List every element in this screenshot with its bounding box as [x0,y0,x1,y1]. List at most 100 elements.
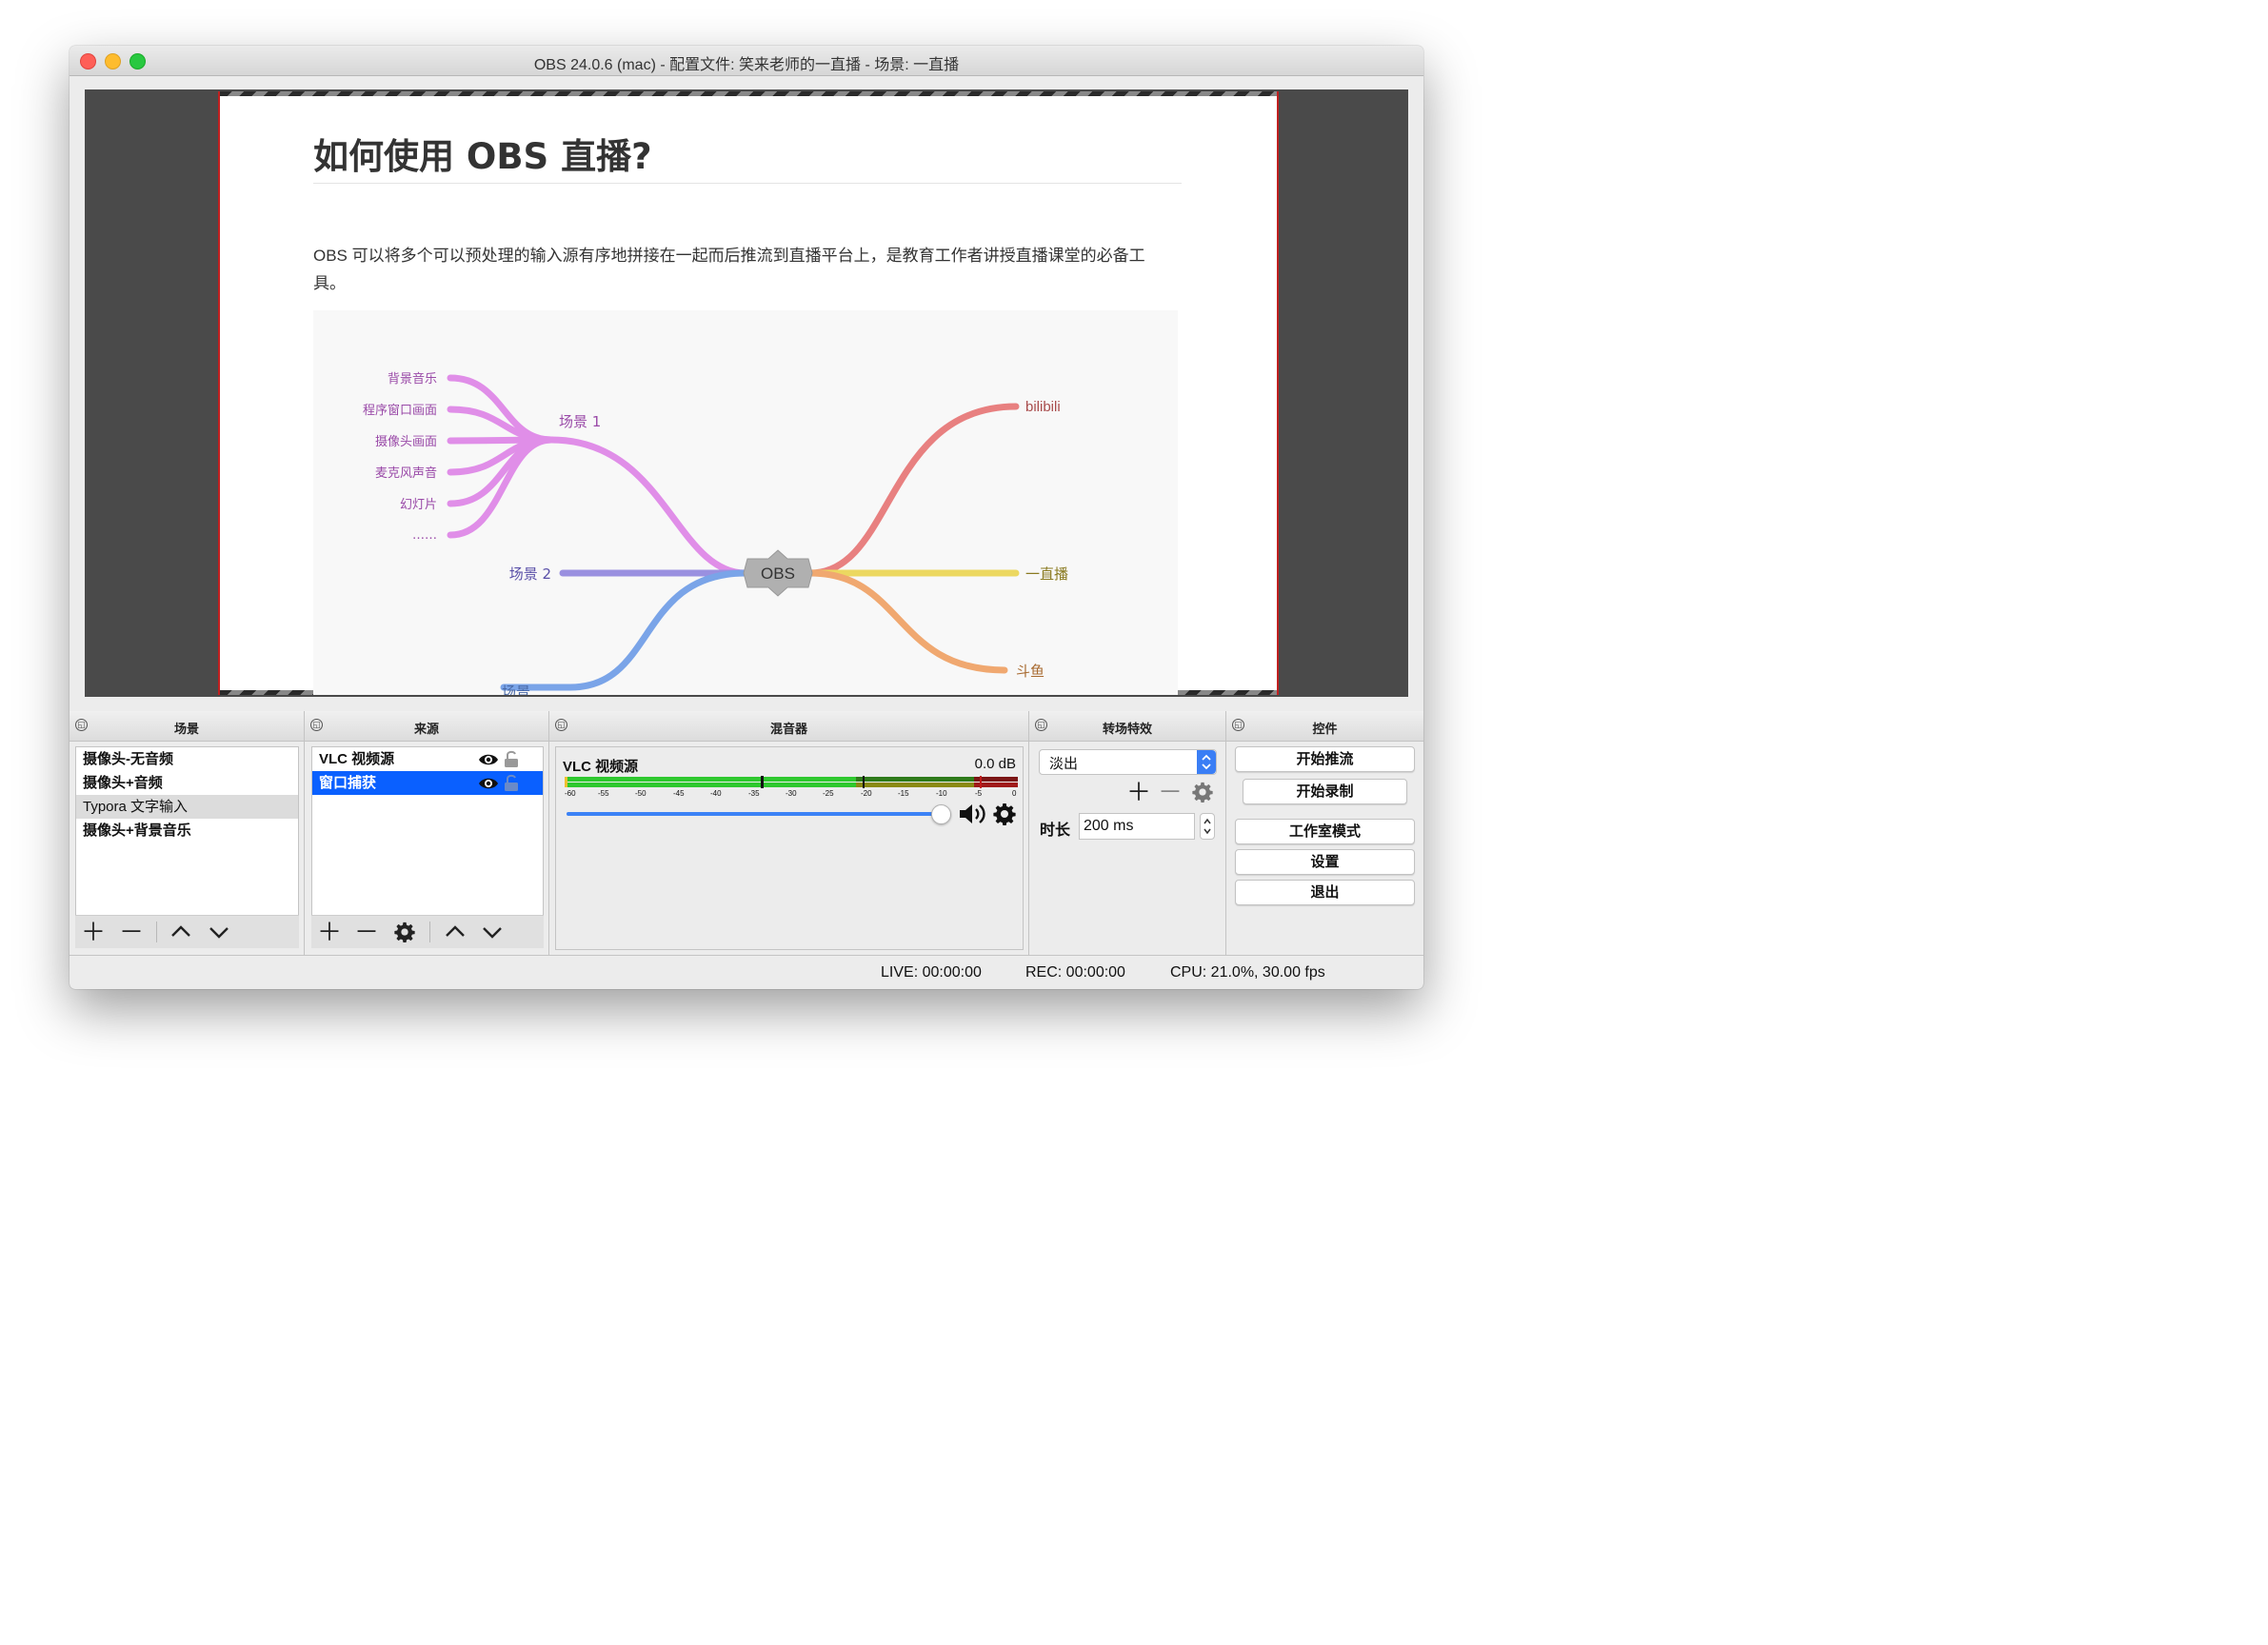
document-paragraph: OBS 可以将多个可以预处理的输入源有序地拼接在一起而后推流到直播平台上，是教育… [313,247,1145,292]
gear-icon[interactable] [1192,782,1213,803]
mm-scene1-item: 背景音乐 [388,371,437,386]
scenes-list[interactable]: 摄像头-无音频 摄像头+音频 Typora 文字输入 摄像头+背景音乐 [75,746,299,916]
chevron-up-icon [446,925,465,937]
duration-input[interactable]: 200 ms [1079,813,1195,840]
mindmap-image: OBS 场景 1 背景音乐 程序窗口画面 摄像头画面 麦克风声音 幻灯片 …… … [313,310,1178,695]
gear-icon[interactable] [993,803,1016,825]
mixer-channel-name: VLC 视频源 [563,759,639,775]
toolbar-separator [156,922,157,942]
mm-platform-bilibili: bilibili [1025,399,1061,415]
meter-scale-label: -5 [975,789,983,798]
mm-scene1-item: 摄像头画面 [375,435,437,449]
stepper-arrows-icon [1204,818,1211,835]
unlocked-icon[interactable] [504,774,519,792]
preview-area[interactable]: 如何使用 OBS 直播? OBS 可以将多个可以预处理的输入源有序地拼接在一起而… [85,89,1408,697]
sources-dock-header: ◱ 来源 [305,711,549,742]
preview-canvas[interactable]: 如何使用 OBS 直播? OBS 可以将多个可以预处理的输入源有序地拼接在一起而… [218,91,1279,695]
document-title: 如何使用 OBS 直播? [313,136,652,177]
meter-scale-label: -20 [861,789,872,798]
move-scene-up-button[interactable] [167,920,195,944]
meter-scale-label: -15 [898,789,909,798]
meter-scale-label: 0 [1012,789,1017,798]
source-item-selected[interactable]: 窗口捕获 [312,771,543,795]
cpu-fps-readout: CPU: 21.0%, 30.00 fps [1170,964,1325,981]
scene-item-selected[interactable]: Typora 文字输入 [76,795,298,819]
remove-transition-button[interactable]: － [1158,780,1183,804]
dock-separator[interactable] [304,711,305,955]
dock-separator[interactable] [548,711,549,955]
mm-scene2: 场景 2 [509,565,551,583]
scene-item[interactable]: 摄像头+音频 [76,771,298,795]
obs-window: OBS 24.0.6 (mac) - 配置文件: 笑来老师的一直播 - 场景: … [70,46,1423,989]
studio-mode-button[interactable]: 工作室模式 [1235,819,1415,844]
remove-scene-button[interactable]: － [117,920,146,944]
mm-scene1: 场景 1 [559,413,601,430]
settings-button[interactable]: 设置 [1235,849,1415,875]
start-recording-button[interactable]: 开始录制 [1243,779,1407,804]
transition-select-value: 淡出 [1049,756,1079,772]
mm-scene1-item: 程序窗口画面 [363,403,437,418]
mm-scene3: 场景 [502,684,530,695]
exit-button[interactable]: 退出 [1235,880,1415,905]
mixer-panel: VLC 视频源 0.0 dB -60 -55 -50 -45 -40 -35 -… [555,746,1024,950]
select-stepper-icon [1197,750,1216,774]
mixer-level-readout: 0.0 dB [974,756,1016,772]
mm-scene1-item: …… [412,528,437,543]
chevron-down-icon [483,927,502,939]
source-item-label: VLC 视频源 [319,751,395,767]
toolbar-separator [429,922,430,942]
scene-item[interactable]: 摄像头-无音频 [76,747,298,771]
meter-scale-label: -45 [673,789,685,798]
move-source-down-button[interactable] [478,920,507,944]
eye-icon[interactable] [478,752,499,767]
unlocked-icon[interactable] [504,750,519,768]
source-properties-button[interactable] [390,920,419,944]
start-streaming-button[interactable]: 开始推流 [1235,746,1415,772]
transitions-dock-header: ◱ 转场特效 [1029,711,1226,742]
mm-scene1-item: 麦克风声音 [375,466,437,481]
mm-center: OBS [761,565,795,583]
mm-scene1-item: 幻灯片 [400,498,437,512]
eye-icon[interactable] [478,776,499,791]
dock-separator[interactable] [1028,711,1029,955]
duration-stepper[interactable] [1200,813,1215,840]
meter-scale-label: -10 [936,789,947,798]
remove-source-button[interactable]: － [352,920,381,944]
canvas-top-edge [220,91,1277,96]
duration-label: 时长 [1040,822,1071,839]
meter-scale-label: -35 [748,789,760,798]
transition-select[interactable]: 淡出 [1039,749,1217,775]
chevron-down-icon [209,927,229,939]
add-transition-button[interactable]: ＋ [1126,780,1151,804]
move-source-up-button[interactable] [441,920,469,944]
mm-platform-douyu: 斗鱼 [1016,663,1044,680]
volume-slider-handle[interactable] [931,804,951,824]
move-scene-down-button[interactable] [205,920,233,944]
scenes-toolbar: ＋ － [75,915,299,948]
controls-dock-title: 控件 [1312,722,1338,736]
sources-dock-title: 来源 [413,722,439,736]
add-scene-button[interactable]: ＋ [79,920,108,944]
meter-scale-label: -40 [710,789,722,798]
meter-scale-label: -30 [786,789,797,798]
live-timer: LIVE: 00:00:00 [881,964,982,981]
scene-item[interactable]: 摄像头+背景音乐 [76,819,298,842]
scenes-dock-title: 场景 [173,722,199,736]
dock-separator[interactable] [1225,711,1226,955]
meter-scale-label: -50 [635,789,647,798]
volume-slider-track[interactable] [567,812,938,816]
meter-scale-label: -55 [598,789,609,798]
meter-scale-label: -25 [823,789,834,798]
meter-scale: -60 -55 -50 -45 -40 -35 -30 -25 -20 -15 … [565,789,1018,803]
sources-list[interactable]: VLC 视频源 窗口捕获 [311,746,544,916]
sources-toolbar: ＋ － [311,915,544,948]
speaker-icon[interactable] [958,803,988,825]
source-item[interactable]: VLC 视频源 [312,747,543,771]
title-bar[interactable]: OBS 24.0.6 (mac) - 配置文件: 笑来老师的一直播 - 场景: … [70,46,1423,76]
mixer-dock-header: ◱ 混音器 [549,711,1029,742]
add-source-button[interactable]: ＋ [315,920,344,944]
mixer-dock-title: 混音器 [769,722,807,736]
meter-scale-label: -60 [565,789,576,798]
title-divider [313,183,1182,184]
rec-timer: REC: 00:00:00 [1025,964,1125,981]
